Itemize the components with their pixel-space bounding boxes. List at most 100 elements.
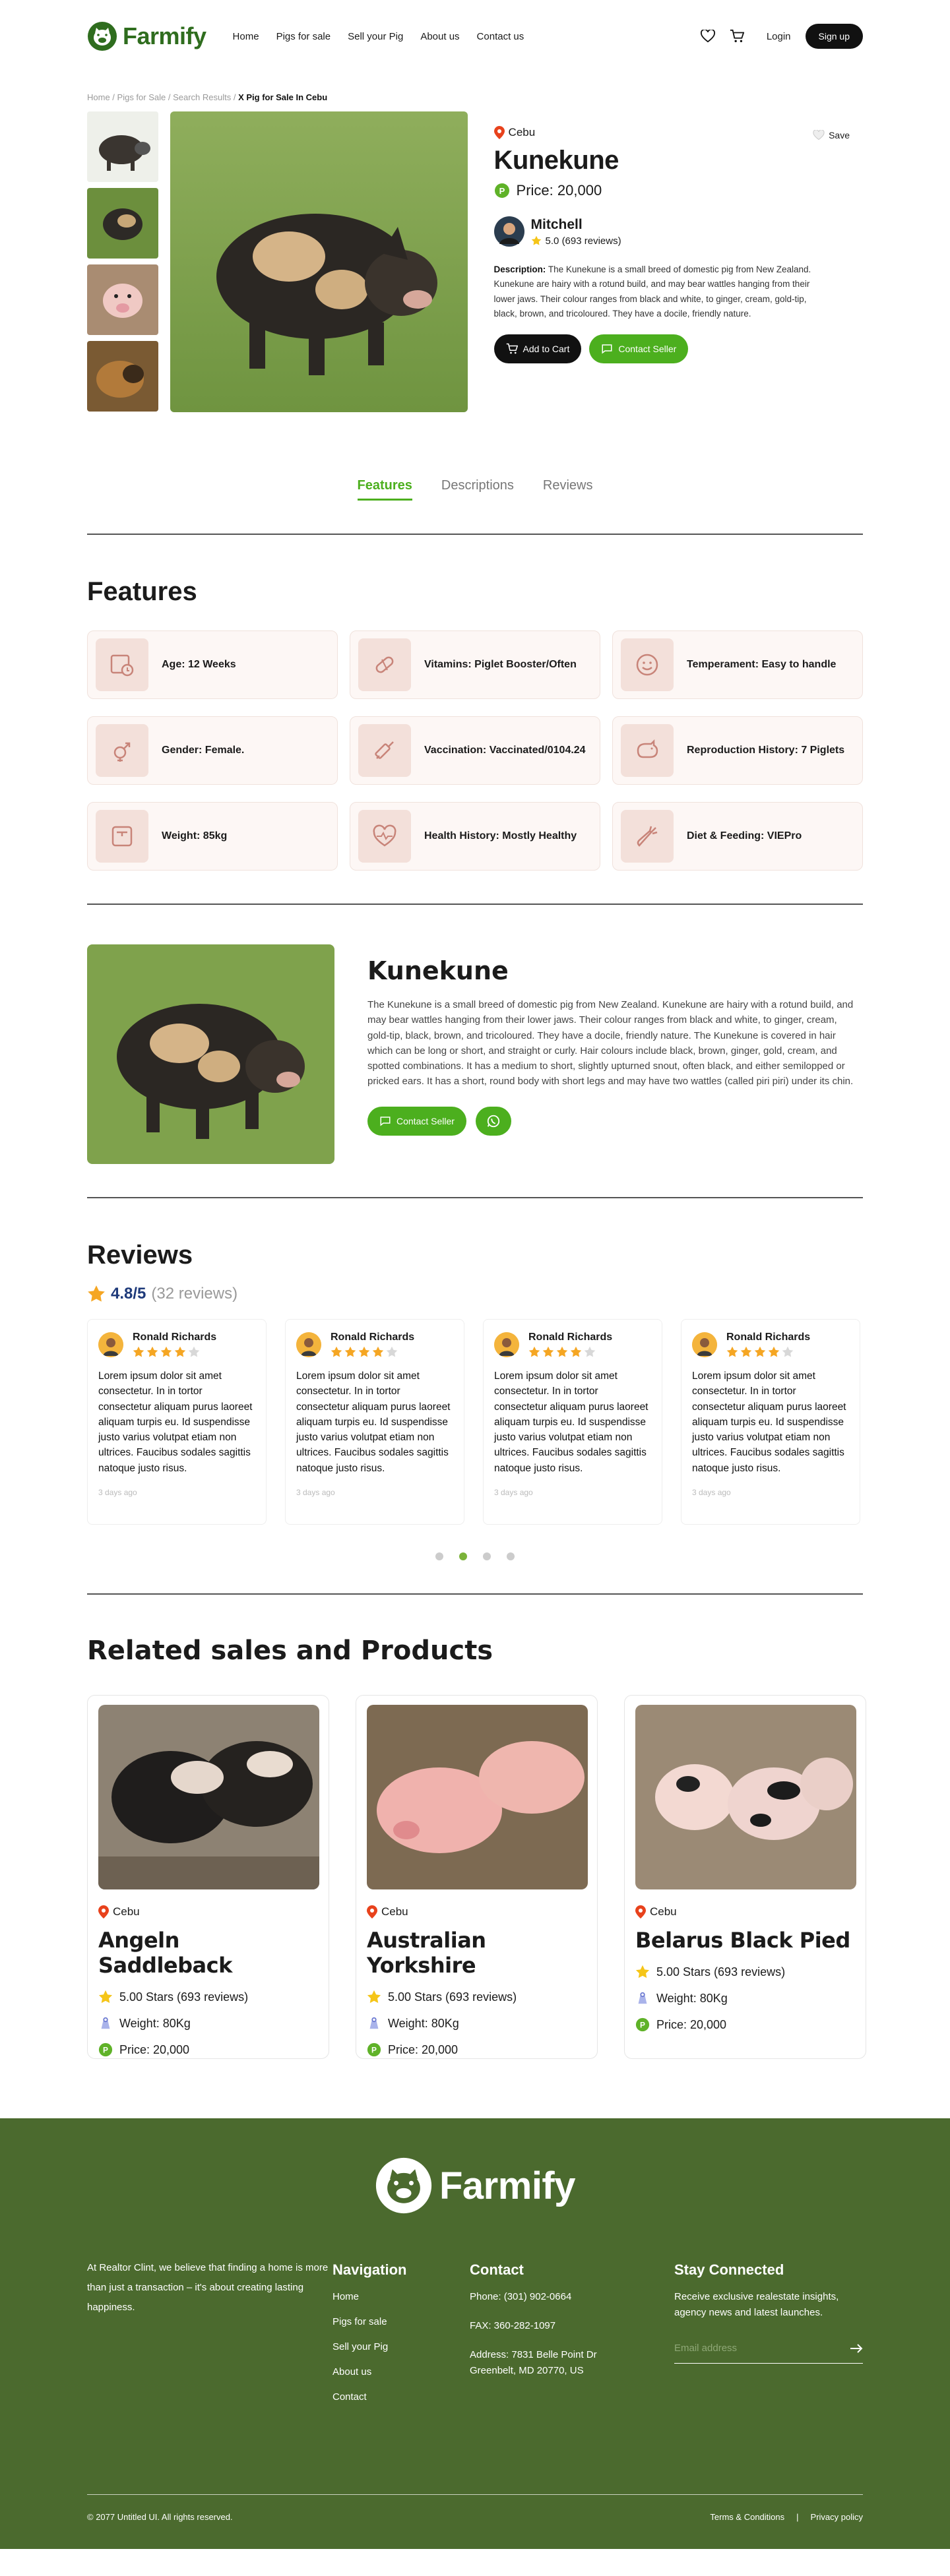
thumbnail-3[interactable]: [87, 264, 158, 335]
reviewer-name: Ronald Richards: [331, 1332, 415, 1343]
footer-nav-about-us[interactable]: About us: [332, 2364, 470, 2380]
star-icon: [584, 1346, 596, 1357]
brand-logo[interactable]: Farmify: [87, 21, 206, 51]
feature-age-label: Age: 12 Weeks: [162, 658, 236, 670]
carousel-dot-2[interactable]: [459, 1552, 467, 1560]
arrow-right-icon[interactable]: [850, 2343, 863, 2354]
review-date: 3 days ago: [494, 1487, 533, 1497]
related-products: Cebu Angeln Saddleback 5.00 Stars (693 r…: [87, 1695, 866, 2059]
chat-icon: [380, 1116, 391, 1126]
brand-name: Farmify: [123, 22, 206, 49]
carousel-dot-3[interactable]: [483, 1552, 491, 1560]
carousel-dot-4[interactable]: [507, 1552, 515, 1560]
related-card[interactable]: Cebu Angeln Saddleback 5.00 Stars (693 r…: [87, 1695, 329, 2059]
related-price: P Price: 20,000: [98, 2042, 318, 2057]
heart-icon[interactable]: [700, 30, 715, 43]
main-product-image[interactable]: [170, 111, 468, 412]
related-card[interactable]: Cebu Belarus Black Pied 5.00 Stars (693 …: [624, 1695, 866, 2059]
related-title-text: Angeln Saddleback: [98, 1928, 232, 1978]
detail-text: The Kunekune is a small breed of domesti…: [367, 999, 854, 1088]
product-price: P Price: 20,000: [494, 182, 863, 199]
feature-health-label: Health History: Mostly Healthy: [424, 830, 577, 842]
carousel-dot-1[interactable]: [435, 1552, 443, 1560]
feature-age: Age: 12 Weeks: [87, 630, 338, 699]
calendar-clock-icon: [110, 654, 134, 677]
related-weight-text: Weight: 80Kg: [656, 1991, 728, 2005]
footer-nav-pigs-for-sale[interactable]: Pigs for sale: [332, 2314, 470, 2330]
related-price-text: Price: 20,000: [388, 2042, 459, 2056]
nav-about-us[interactable]: About us: [420, 31, 459, 42]
star-icon: [542, 1346, 554, 1357]
breadcrumb-pigs-for-sale[interactable]: Pigs for Sale: [117, 92, 166, 102]
location-pin-icon: [493, 126, 505, 139]
gender-icon: [113, 742, 131, 762]
heartbeat-icon: [373, 824, 396, 847]
divider: [87, 904, 863, 905]
review-date: 3 days ago: [692, 1487, 731, 1497]
related-location: Cebu: [367, 1905, 586, 1918]
review-date: 3 days ago: [98, 1487, 137, 1497]
cart-icon: [506, 343, 518, 354]
nav-sell-your-pig[interactable]: Sell your Pig: [348, 31, 403, 42]
terms-link[interactable]: Terms & Conditions: [710, 2512, 784, 2522]
footer-divider: [87, 2494, 863, 2495]
nav-home[interactable]: Home: [233, 31, 259, 42]
syringe-icon: [375, 741, 394, 759]
signup-button[interactable]: Sign up: [805, 24, 863, 49]
related-location-text: Cebu: [113, 1905, 140, 1918]
footer-phone: Phone: (301) 902-0664: [470, 2291, 572, 2303]
review-text: Lorem ipsum dolor sit amet consectetur. …: [98, 1370, 253, 1474]
nav-pigs-for-sale[interactable]: Pigs for sale: [276, 31, 331, 42]
tab-descriptions[interactable]: Descriptions: [441, 478, 514, 501]
save-button[interactable]: Save: [813, 130, 850, 140]
reviewer-name: Ronald Richards: [133, 1332, 217, 1343]
footer-nav-sell-your-pig[interactable]: Sell your Pig: [332, 2339, 470, 2355]
seller-info[interactable]: Mitchell 5.0 (693 reviews): [493, 216, 863, 247]
footer-nav-home[interactable]: Home: [332, 2289, 470, 2305]
privacy-link[interactable]: Privacy policy: [811, 2512, 863, 2522]
nav-contact-us[interactable]: Contact us: [477, 31, 524, 42]
contact-seller-button[interactable]: Contact Seller: [589, 334, 689, 364]
thumbnail-2[interactable]: [87, 188, 158, 259]
whatsapp-button[interactable]: [475, 1106, 511, 1136]
related-weight: Weight: 80Kg: [367, 2016, 586, 2031]
breadcrumb-home[interactable]: Home: [87, 92, 110, 102]
price-tag-icon: P: [367, 2042, 381, 2057]
thumbnail-4[interactable]: [87, 341, 158, 412]
footer-nav-contact[interactable]: Contact: [332, 2389, 470, 2405]
related-weight-text: Weight: 80Kg: [119, 2016, 191, 2030]
detail-contact-seller-button[interactable]: Contact Seller: [367, 1106, 466, 1136]
star-icon: [160, 1346, 172, 1357]
star-icon: [98, 1990, 113, 2004]
review-stars: [726, 1346, 810, 1358]
breadcrumb: Home / Pigs for Sale / Search Results / …: [87, 92, 328, 102]
feature-weight-label: Weight: 85kg: [162, 830, 228, 842]
related-price: P Price: 20,000: [367, 2042, 586, 2057]
related-card[interactable]: Cebu Australian Yorkshire 5.00 Stars (69…: [356, 1695, 598, 2059]
copyright: © 2077 Untitled UI. All rights reserved.: [87, 2512, 233, 2522]
footer-address: Address: 7831 Belle Point Dr Greenbelt, …: [470, 2349, 597, 2377]
reviewer-avatar: [494, 1332, 519, 1357]
footer-brand-name: Farmify: [439, 2164, 576, 2207]
newsletter-email-input[interactable]: Email address: [674, 2334, 863, 2364]
related-title: Related sales and Products: [87, 1636, 493, 1666]
footer-logo[interactable]: Farmify: [87, 2118, 863, 2215]
weight-icon: [638, 1992, 647, 2004]
breadcrumb-search-results[interactable]: Search Results: [173, 92, 231, 102]
footer-stay-text: Receive exclusive realestate insights, a…: [674, 2291, 839, 2319]
divider: [87, 1593, 863, 1595]
tab-reviews[interactable]: Reviews: [543, 478, 593, 501]
footer-fax: FAX: 360-282-1097: [470, 2320, 556, 2332]
features-grid: Age: 12 Weeks Vitamins: Piglet Booster/O…: [87, 630, 863, 871]
weight-icon: [101, 2017, 110, 2029]
review-text: Lorem ipsum dolor sit amet consectetur. …: [692, 1370, 846, 1474]
pig-logo-icon: [375, 2157, 432, 2214]
tab-features[interactable]: Features: [357, 478, 412, 501]
cart-icon[interactable]: [730, 29, 744, 44]
heart-outline-icon: [813, 130, 825, 140]
login-link[interactable]: Login: [767, 31, 791, 42]
reviews-carousel[interactable]: Ronald Richards Lorem ipsum dolor sit ame…: [87, 1319, 863, 1525]
thumbnail-1[interactable]: [87, 111, 158, 182]
whatsapp-icon: [487, 1115, 500, 1127]
add-to-cart-button[interactable]: Add to Cart: [493, 334, 582, 364]
